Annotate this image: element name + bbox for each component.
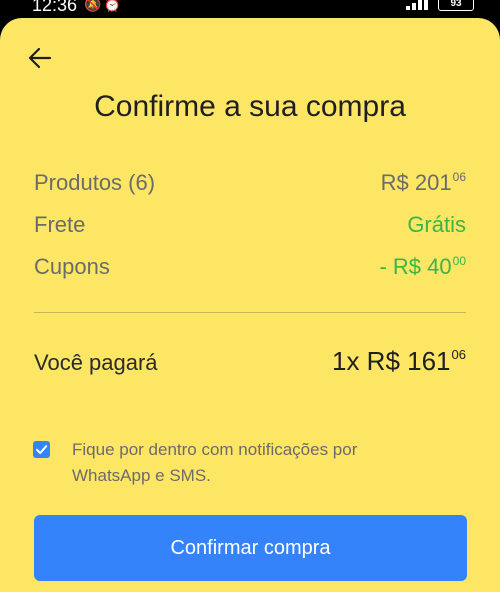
total-installments: 1x R$: [331, 346, 400, 376]
total-row: Você pagará 1x R$ 16106: [34, 346, 466, 377]
coupons-prefix: - R$: [379, 254, 422, 279]
checkmark-icon: [36, 445, 48, 454]
coupons-amount: 40: [427, 254, 452, 279]
alarm-icon: ⏰: [103, 0, 123, 12]
shipping-label: Frete: [34, 212, 86, 237]
total-value: 1x R$ 16106: [332, 346, 466, 377]
status-bar: 12:36 🔕⏰ 93: [0, 0, 500, 18]
shipping-value: Grátis: [407, 212, 466, 237]
confirm-purchase-sheet: Confirme a sua compra Produtos (6) R$ 20…: [0, 18, 500, 592]
coupons-label: Cupons: [34, 254, 110, 279]
status-icons-right: 93: [406, 0, 474, 11]
products-currency: R$: [380, 170, 409, 195]
battery-icon: 93: [438, 0, 474, 11]
products-row: Produtos (6) R$ 20106: [34, 170, 466, 196]
signal-icon: [406, 0, 432, 10]
shipping-row: Frete Grátis: [34, 212, 466, 238]
summary-divider: [34, 312, 466, 313]
battery-level: 93: [450, 0, 462, 9]
coupons-value: - R$ 4000: [379, 254, 466, 280]
back-button[interactable]: [24, 42, 56, 74]
arrow-left-icon: [28, 47, 52, 69]
status-time: 12:36: [32, 0, 78, 15]
status-icons-left: 🔕⏰: [84, 0, 123, 13]
page-title: Confirme a sua compra: [94, 90, 406, 123]
notifications-text: Fique por dentro com notificações por Wh…: [72, 440, 358, 485]
notifications-checkbox[interactable]: [33, 441, 50, 458]
products-label: Produtos (6): [34, 170, 156, 195]
products-value: R$ 20106: [381, 170, 466, 196]
muted-notifications-icon: 🔕: [84, 0, 104, 12]
total-label: Você pagará: [34, 350, 158, 375]
coupons-row: Cupons - R$ 4000: [34, 254, 466, 280]
products-amount: 201: [414, 170, 452, 195]
total-amount: 161: [407, 346, 451, 376]
products-cents: 06: [452, 170, 466, 184]
total-cents: 06: [451, 347, 466, 362]
coupons-cents: 00: [452, 254, 466, 268]
confirm-purchase-button[interactable]: Confirmar compra: [34, 515, 467, 581]
